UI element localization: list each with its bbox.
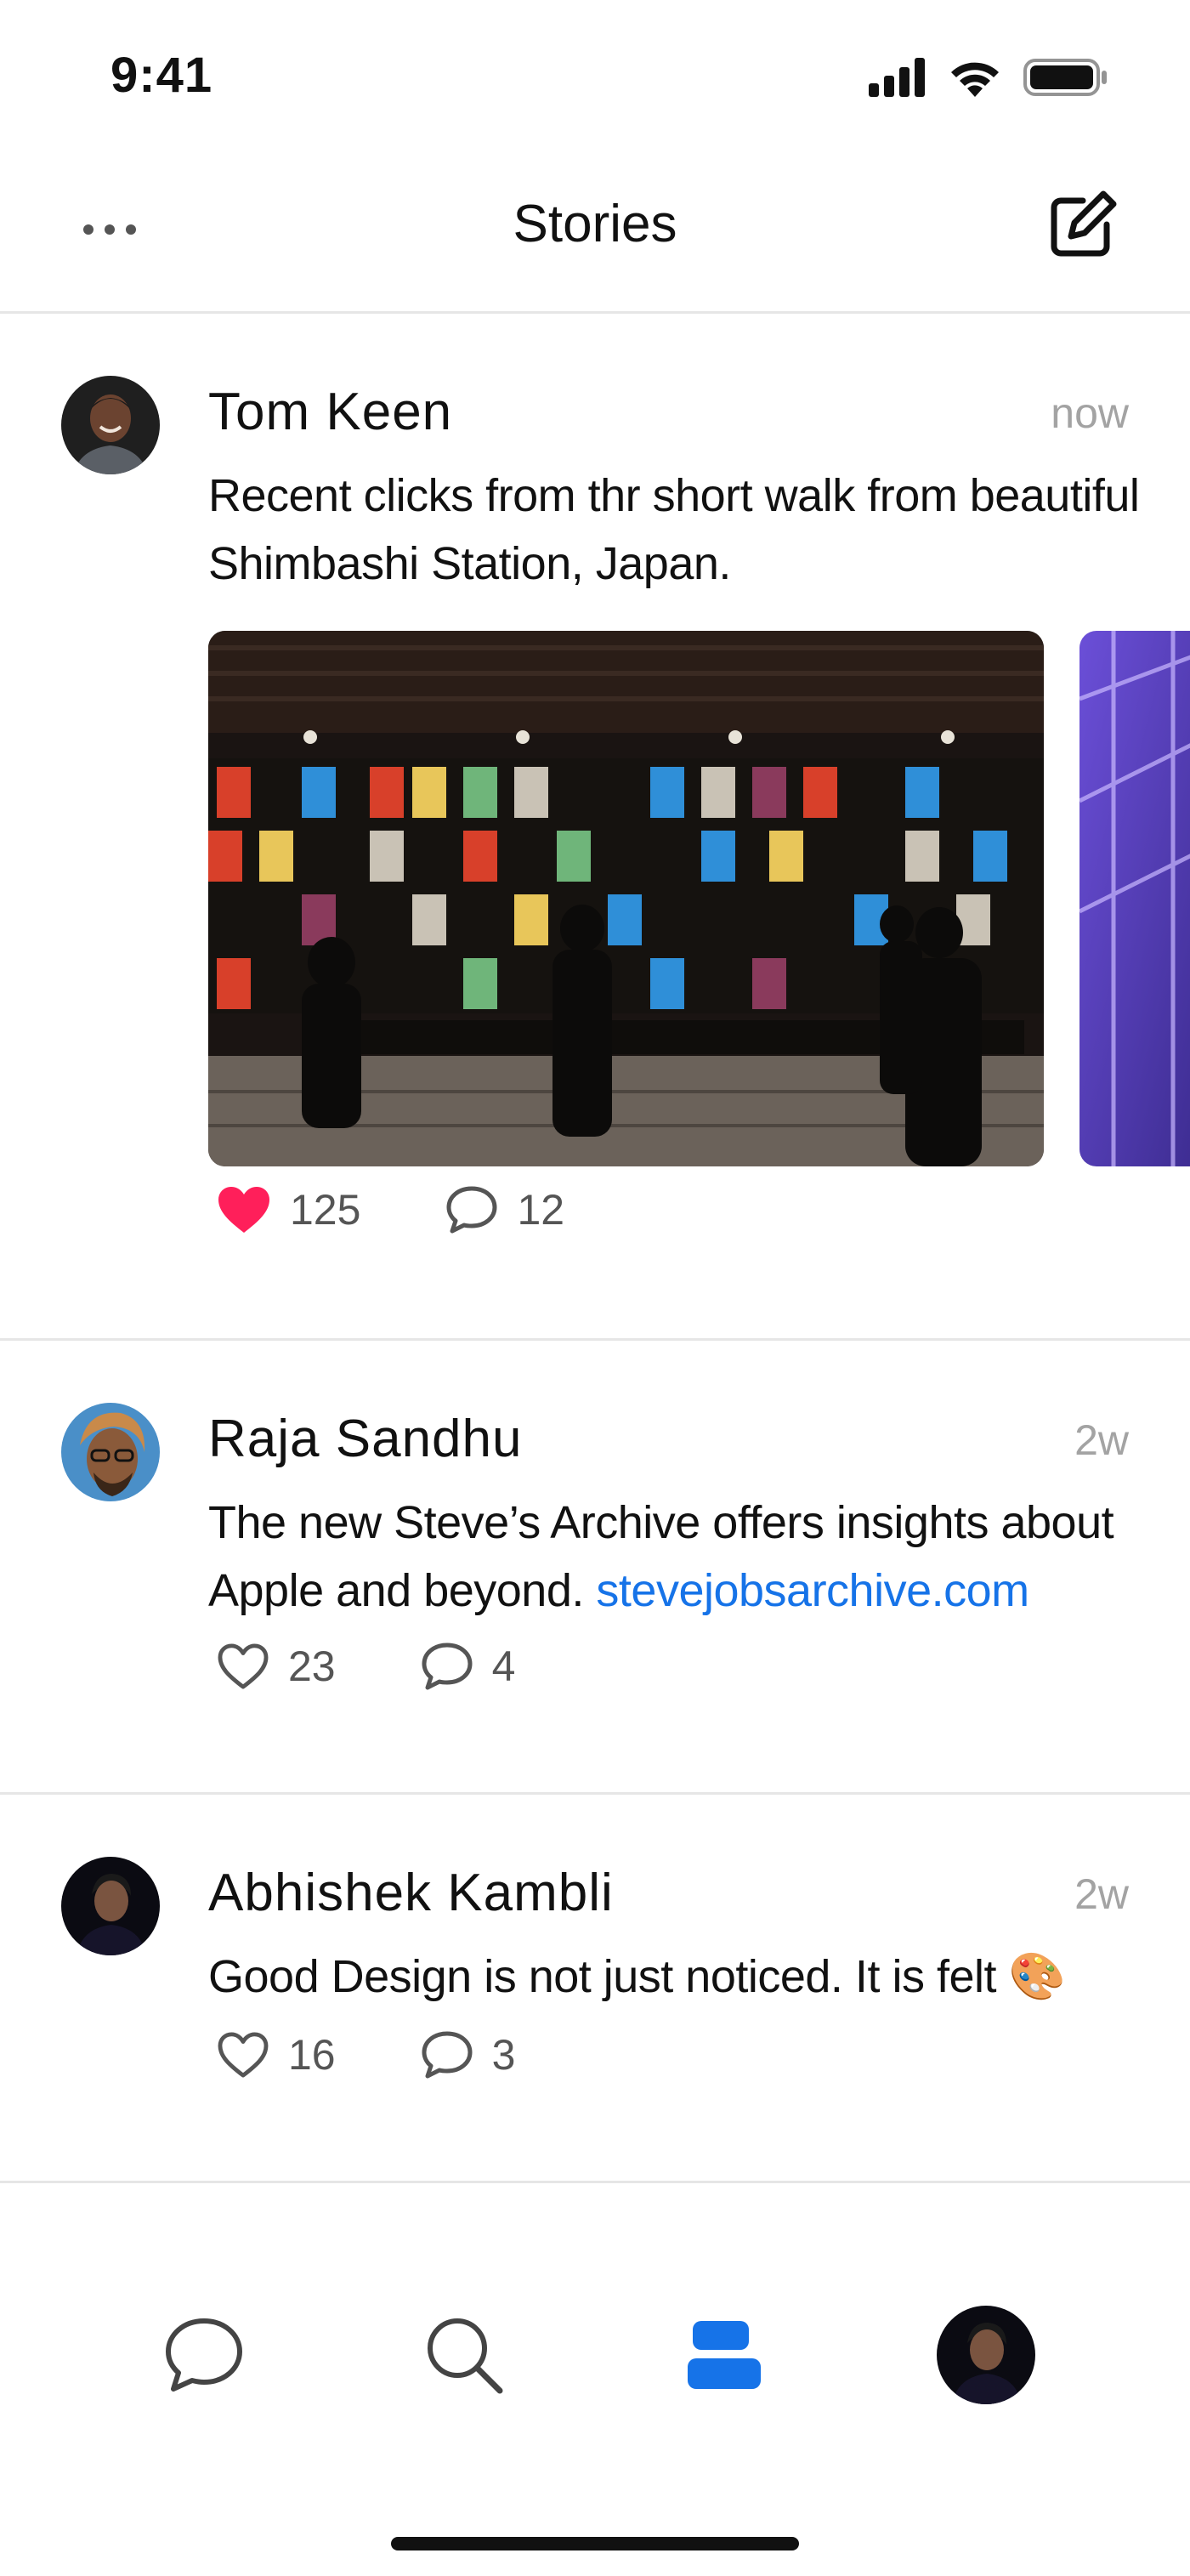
like-count: 16	[288, 2031, 336, 2079]
palette-emoji: 🎨	[1008, 1951, 1066, 2002]
page-title: Stories	[513, 195, 677, 253]
avatar[interactable]	[61, 1403, 160, 1501]
comment-button[interactable]: 12	[445, 1185, 564, 1234]
post-card[interactable]: Abhishek Kambli 2w Good Design is not ju…	[0, 1795, 1190, 2183]
profile-avatar	[937, 2306, 1035, 2404]
station-interior-photo[interactable]	[1080, 631, 1190, 1166]
post-author[interactable]: Abhishek Kambli	[208, 1863, 614, 1923]
chat-icon	[166, 2318, 242, 2392]
comment-icon	[422, 2031, 473, 2079]
post-actions: 125 12	[217, 1180, 564, 1240]
heart-outline-icon	[218, 2032, 269, 2078]
post-time: now	[1051, 389, 1129, 437]
tab-bar	[0, 2295, 1190, 2482]
avatar-image	[61, 376, 160, 474]
post-text: Recent clicks from thr short walk from b…	[208, 470, 1140, 589]
post-time: 2w	[1074, 1416, 1129, 1464]
compose-icon[interactable]	[1046, 189, 1119, 262]
tab-stories[interactable]	[665, 2295, 784, 2414]
status-bar: 9:41	[0, 0, 1190, 153]
stories-icon	[688, 2321, 761, 2389]
tab-search[interactable]	[405, 2295, 524, 2414]
post-actions: 23 4	[217, 1637, 515, 1696]
comment-button[interactable]: 4	[421, 1642, 516, 1691]
post-author[interactable]: Raja Sandhu	[208, 1409, 523, 1469]
post-text: The new Steve’s Archive offers insights …	[208, 1489, 1143, 1625]
photo-carousel[interactable]	[208, 631, 1190, 1166]
like-button[interactable]: 16	[217, 2030, 336, 2080]
post-text-content: Good Design is not just noticed. It is f…	[208, 1951, 996, 2002]
comment-button[interactable]: 3	[421, 2030, 516, 2080]
poster-wall-photo[interactable]	[208, 631, 1044, 1166]
comment-count: 12	[517, 1186, 565, 1234]
battery-icon	[1023, 59, 1107, 96]
status-icons	[869, 58, 1108, 97]
like-count: 125	[290, 1186, 361, 1234]
post-actions: 16 3	[217, 2025, 515, 2085]
like-count: 23	[288, 1643, 336, 1690]
post-time: 2w	[1074, 1870, 1129, 1918]
post-author[interactable]: Tom Keen	[208, 382, 452, 442]
post-link[interactable]: stevejobsarchive.com	[596, 1565, 1029, 1616]
search-icon	[428, 2318, 503, 2394]
tab-chat[interactable]	[144, 2295, 264, 2414]
post-card[interactable]: Tom Keen now Recent clicks from thr shor…	[0, 314, 1190, 1341]
post-card[interactable]: Raja Sandhu 2w The new Steve’s Archive o…	[0, 1341, 1190, 1795]
comment-count: 4	[491, 1643, 516, 1690]
like-button[interactable]: 125	[217, 1185, 360, 1234]
comment-count: 3	[491, 2031, 516, 2079]
comment-icon	[446, 1186, 497, 1234]
wifi-icon	[951, 62, 999, 97]
like-button[interactable]: 23	[217, 1642, 336, 1691]
comment-icon	[422, 1643, 473, 1690]
home-indicator	[391, 2537, 799, 2550]
avatar[interactable]	[61, 376, 160, 474]
nav-bar: Stories	[0, 170, 1190, 314]
status-time: 9:41	[110, 48, 213, 103]
tab-profile[interactable]	[926, 2295, 1046, 2414]
avatar-image	[61, 1403, 160, 1501]
cellular-signal-icon	[869, 58, 925, 97]
heart-outline-icon	[218, 1643, 269, 1689]
avatar-image	[61, 1857, 160, 1955]
post-text: Good Design is not just noticed. It is f…	[208, 1943, 1143, 2011]
heart-filled-icon	[218, 1187, 269, 1233]
avatar[interactable]	[61, 1857, 160, 1955]
